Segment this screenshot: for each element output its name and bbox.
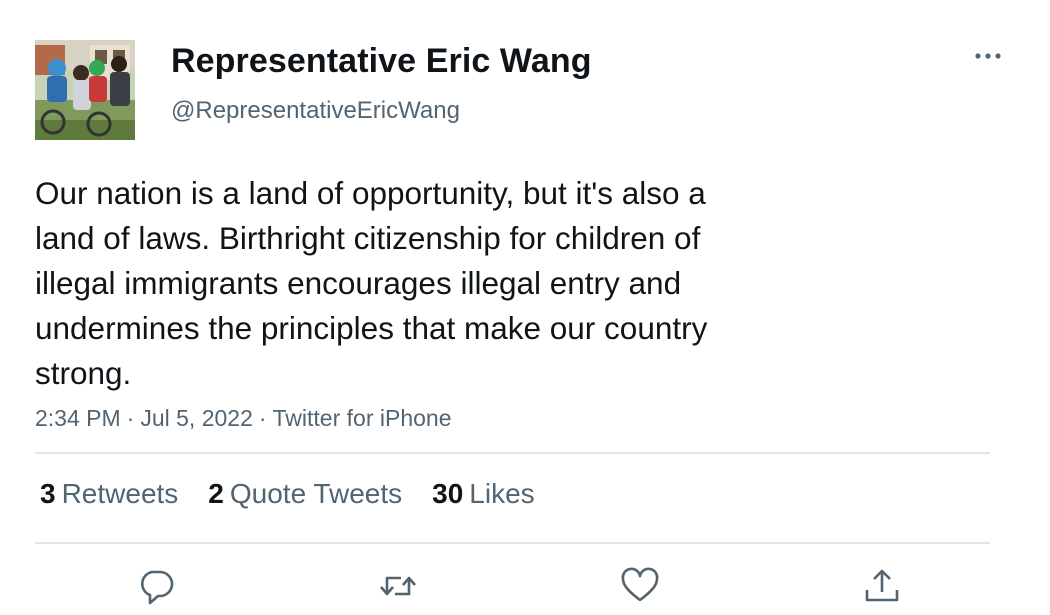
author-handle[interactable]: @RepresentativeEricWang: [171, 97, 460, 125]
tweet-meta: 2:34 PM · Jul 5, 2022 · Twitter for iPhone: [35, 405, 452, 432]
retweets-stat[interactable]: 3 Retweets: [40, 478, 178, 510]
share-button[interactable]: [862, 566, 902, 606]
share-icon: [865, 569, 899, 602]
like-button[interactable]: [620, 566, 660, 606]
retweet-button[interactable]: [378, 566, 418, 606]
likes-stat[interactable]: 30 Likes: [432, 478, 535, 510]
tweet-text-line: Our nation is a land of opportunity, but…: [35, 175, 706, 211]
more-options-button[interactable]: [972, 44, 1004, 68]
like-icon: [621, 567, 659, 602]
divider: [35, 542, 990, 544]
family-photo-avatar: [35, 40, 135, 140]
tweet-text-line: undermines the principles that make our …: [35, 310, 708, 346]
avatar[interactable]: [35, 40, 135, 140]
retweet-icon: [380, 576, 416, 596]
more-icon: [975, 53, 1001, 59]
meta-separator: ·: [258, 405, 267, 431]
retweets-count: 3: [40, 478, 56, 509]
likes-count: 30: [432, 478, 464, 509]
quotes-label: Quote Tweets: [229, 478, 403, 509]
tweet-text-line: illegal immigrants encourages illegal en…: [35, 265, 682, 301]
likes-label: Likes: [469, 478, 535, 509]
author-name[interactable]: Representative Eric Wang: [171, 42, 592, 81]
tweet-source[interactable]: Twitter for iPhone: [273, 405, 452, 431]
tweet-time[interactable]: 2:34 PM: [35, 405, 121, 431]
tweet-text: Our nation is a land of opportunity, but…: [35, 171, 835, 396]
tweet-text-line: strong.: [35, 355, 132, 391]
reply-icon: [140, 570, 174, 605]
tweet-text-line: land of laws. Birthright citizenship for…: [35, 220, 701, 256]
tweet-stats: 3 Retweets 2 Quote Tweets 30 Likes: [40, 478, 535, 510]
divider: [35, 452, 990, 454]
tweet-date[interactable]: Jul 5, 2022: [140, 405, 253, 431]
quote-tweets-stat[interactable]: 2 Quote Tweets: [208, 478, 402, 510]
quotes-count: 2: [208, 478, 224, 509]
retweets-label: Retweets: [61, 478, 179, 509]
reply-button[interactable]: [136, 566, 176, 606]
meta-separator: ·: [126, 405, 135, 431]
